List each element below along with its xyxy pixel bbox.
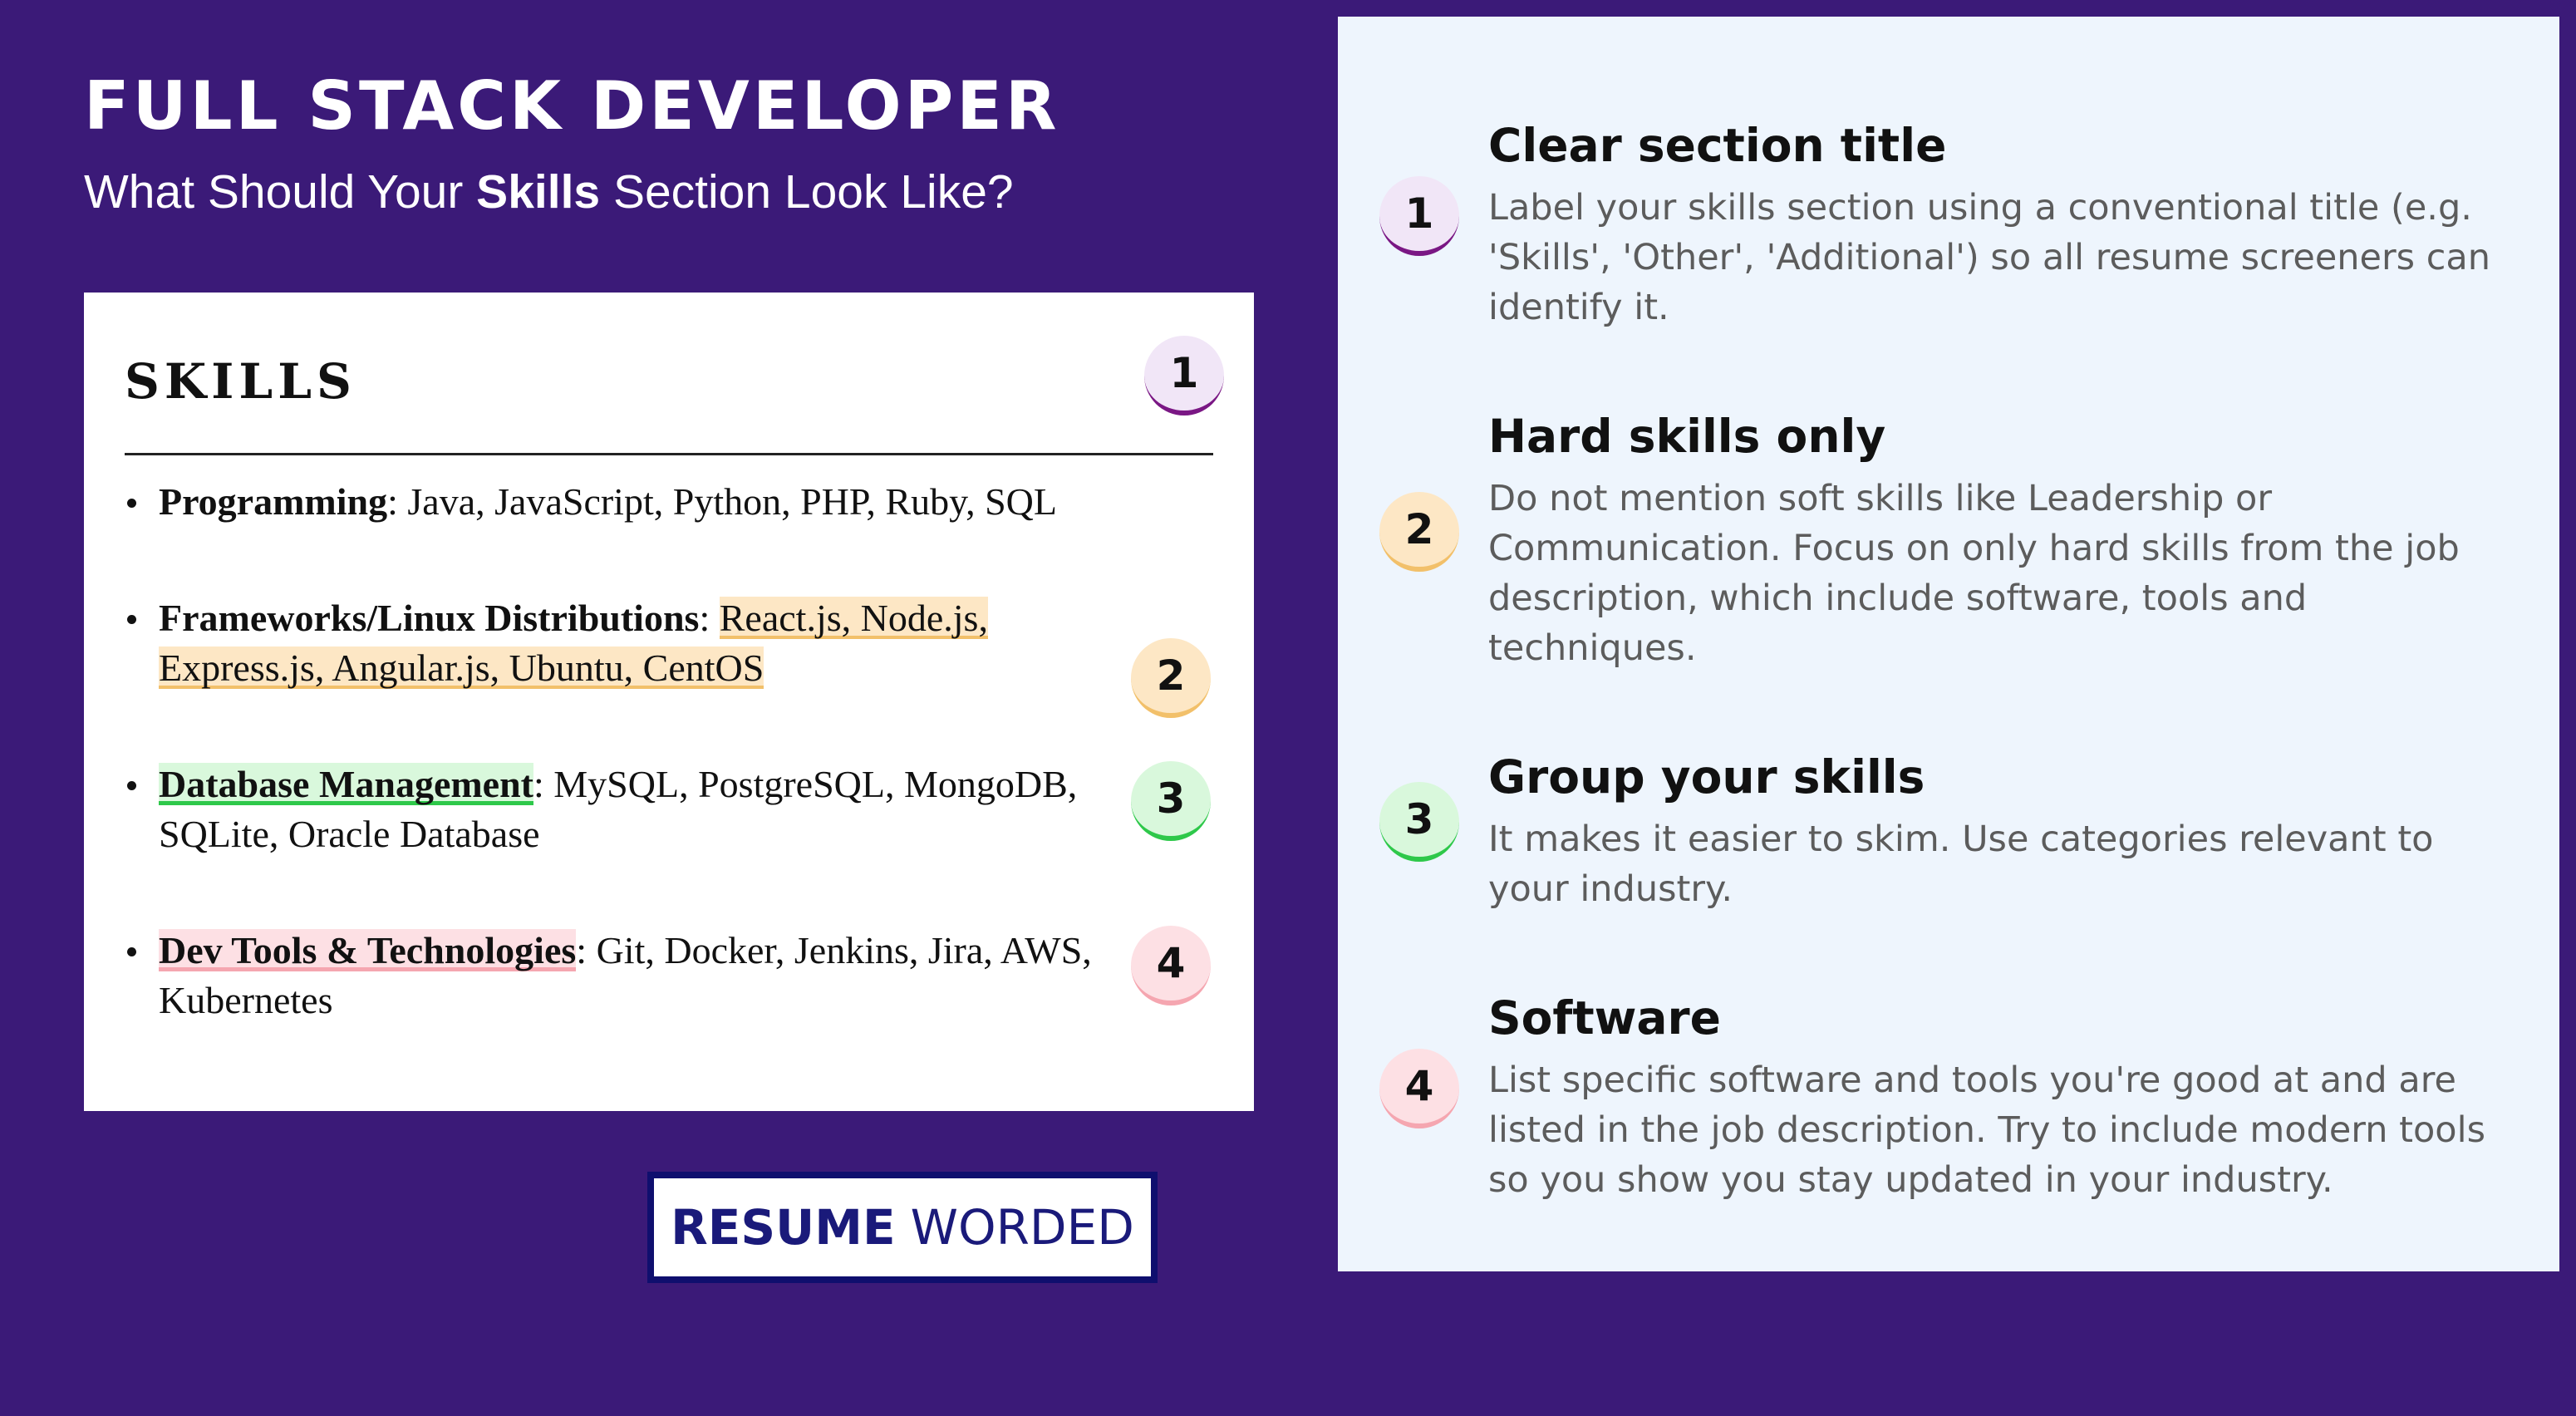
skill-separator: :	[699, 597, 720, 639]
tip-body: It makes it easier to skim. Use categori…	[1488, 819, 2434, 910]
tip-marker-3: 3	[1379, 782, 1459, 862]
page-subtitle: What Should Your Skills Section Look Lik…	[84, 166, 1014, 219]
tip-body: Do not mention soft skills like Leadersh…	[1488, 478, 2460, 669]
marker-4: 4	[1131, 926, 1211, 1005]
skill-list: Programming: Java, JavaScript, Python, P…	[125, 477, 1222, 1025]
skill-separator: :	[387, 480, 408, 523]
tip-title: Hard skills only	[1488, 410, 1886, 463]
skill-item-dev-tools: Dev Tools & Technologies: Git, Docker, J…	[125, 926, 1156, 1025]
tip-marker-4: 4	[1379, 1049, 1459, 1128]
marker-1: 1	[1144, 336, 1224, 415]
marker-2: 2	[1131, 638, 1211, 718]
section-divider	[125, 453, 1213, 455]
skill-category: Programming	[159, 480, 388, 523]
subtitle-emphasis: Skills	[476, 165, 601, 219]
skill-category: Frameworks/Linux Distributions	[159, 597, 700, 639]
subtitle-start: What Should Your	[84, 165, 477, 219]
logo-word-strong: RESUME	[671, 1199, 896, 1256]
skill-category-highlighted: Database Management	[159, 763, 533, 805]
skill-separator: :	[533, 763, 554, 805]
tip-title: Software	[1488, 991, 1721, 1045]
tip-title: Group your skills	[1488, 750, 1925, 804]
subtitle-end: Section Look Like?	[600, 165, 1014, 219]
resume-worded-logo: RESUME WORDED	[647, 1172, 1158, 1283]
tip-body: Label your skills section using a conven…	[1488, 187, 2490, 328]
logo-word-light: WORDED	[910, 1199, 1134, 1256]
tip-body: List specific software and tools you're …	[1488, 1060, 2485, 1201]
tip-title: Clear section title	[1488, 119, 1947, 172]
tip-marker-2: 2	[1379, 492, 1459, 572]
skill-category-highlighted: Dev Tools & Technologies	[159, 929, 577, 971]
marker-3: 3	[1131, 761, 1211, 841]
resume-skills-card: SKILLS 1 Programming: Java, JavaScript, …	[84, 293, 1254, 1111]
tips-panel: 1 Clear section title Label your skills …	[1338, 17, 2559, 1271]
skill-item-programming: Programming: Java, JavaScript, Python, P…	[125, 477, 1222, 527]
skill-values: Java, JavaScript, Python, PHP, Ruby, SQL	[407, 480, 1057, 523]
skill-separator: :	[576, 929, 597, 971]
tip-marker-1: 1	[1379, 176, 1459, 256]
skill-item-database: Database Management: MySQL, PostgreSQL, …	[125, 760, 1156, 859]
skill-item-frameworks: Frameworks/Linux Distributions: React.js…	[125, 593, 1098, 693]
page-title: FULL STACK DEVELOPER	[84, 67, 1060, 145]
skills-section-heading: SKILLS	[125, 353, 356, 410]
